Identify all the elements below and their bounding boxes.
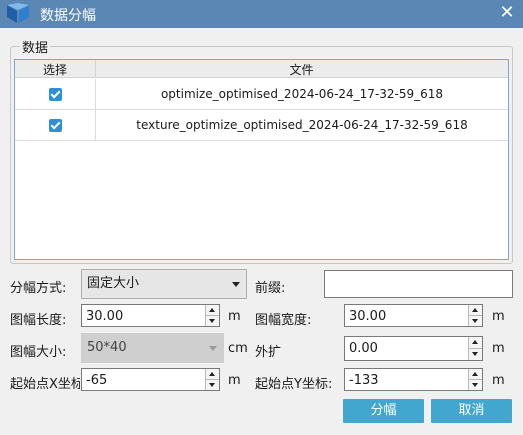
close-icon[interactable]: ✕ <box>497 3 517 23</box>
expand-spinbox[interactable]: 0.00 <box>344 336 483 361</box>
width-spinbox[interactable]: 30.00 <box>344 304 483 327</box>
row-checkbox[interactable] <box>49 88 62 101</box>
spin-down-icon[interactable] <box>469 315 482 326</box>
split-mode-select[interactable]: 固定大小 <box>81 269 247 299</box>
split-mode-value: 固定大小 <box>87 276 140 291</box>
title-bar: 数据分幅 ✕ <box>0 0 523 28</box>
width-unit: m <box>492 309 505 324</box>
file-name: texture_optimize_optimised_2024-06-24_17… <box>136 118 468 132</box>
spin-up-icon[interactable] <box>206 369 219 380</box>
length-spinbox[interactable]: 30.00 <box>81 304 220 327</box>
length-value: 30.00 <box>86 309 124 324</box>
expand-value: 0.00 <box>349 341 378 356</box>
length-label: 图幅长度: <box>10 313 67 328</box>
table-row[interactable]: texture_optimize_optimised_2024-06-24_17… <box>15 110 508 141</box>
column-header-select[interactable]: 选择 <box>15 61 95 78</box>
start-x-value: -65 <box>86 373 108 388</box>
chevron-down-icon <box>232 282 240 287</box>
start-y-unit: m <box>492 373 505 388</box>
window-title: 数据分幅 <box>40 8 96 24</box>
size-select[interactable]: 50*40 <box>81 333 224 363</box>
column-header-file[interactable]: 文件 <box>95 61 508 78</box>
file-name: optimize_optimised_2024-06-24_17-32-59_6… <box>160 87 444 101</box>
spin-down-icon[interactable] <box>469 379 482 390</box>
table-row[interactable]: optimize_optimised_2024-06-24_17-32-59_6… <box>15 79 508 110</box>
split-mode-label: 分幅方式: <box>10 281 67 296</box>
expand-unit: m <box>492 341 505 356</box>
start-y-label: 起始点Y坐标: <box>255 377 333 392</box>
width-label: 图幅宽度: <box>255 313 312 328</box>
spin-up-icon[interactable] <box>469 337 482 349</box>
prefix-label: 前缀: <box>255 281 286 296</box>
prefix-input[interactable] <box>324 270 513 298</box>
spin-up-icon[interactable] <box>469 369 482 380</box>
length-unit: m <box>228 309 241 324</box>
width-value: 30.00 <box>349 309 387 324</box>
size-unit: cm <box>228 341 248 356</box>
cancel-button[interactable]: 取消 <box>431 399 512 423</box>
row-checkbox[interactable] <box>49 119 62 132</box>
split-button[interactable]: 分幅 <box>343 399 424 423</box>
spin-up-icon[interactable] <box>206 305 219 316</box>
chevron-down-icon <box>209 346 217 351</box>
start-x-spinbox[interactable]: -65 <box>81 368 220 391</box>
group-title: 数据 <box>20 37 51 56</box>
spin-down-icon[interactable] <box>206 379 219 390</box>
app-logo-icon <box>7 3 29 23</box>
start-x-label: 起始点X坐标 <box>10 377 80 392</box>
table-header: 选择 文件 <box>15 60 508 78</box>
file-table: 选择 文件 optimize_optimised_2024-06-24_17-3… <box>14 59 509 260</box>
start-y-value: -133 <box>349 373 379 388</box>
expand-label: 外扩 <box>255 345 282 360</box>
size-label: 图幅大小: <box>10 345 67 360</box>
spin-up-icon[interactable] <box>469 305 482 316</box>
spin-down-icon[interactable] <box>469 348 482 360</box>
start-y-spinbox[interactable]: -133 <box>344 368 483 391</box>
spin-down-icon[interactable] <box>206 315 219 326</box>
start-x-unit: m <box>228 373 241 388</box>
size-value: 50*40 <box>87 340 127 355</box>
